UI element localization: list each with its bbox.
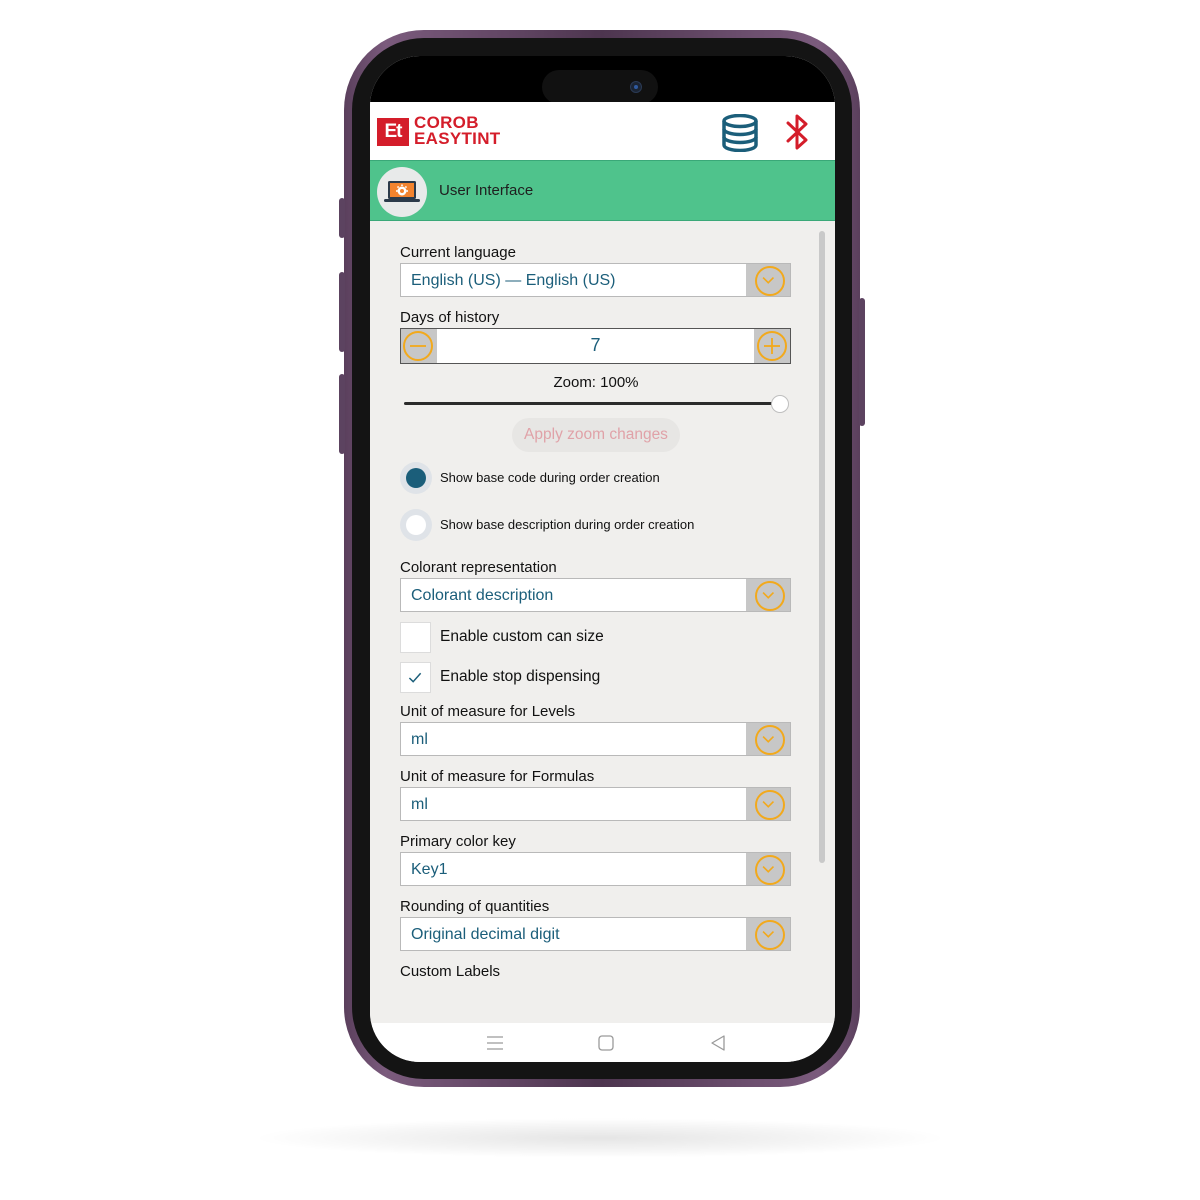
section-avatar [377,167,427,217]
rounding-dropdown-button[interactable] [746,918,790,950]
app-bar: Et COROB EASYTINT [370,102,835,160]
bluetooth-icon[interactable] [780,112,814,152]
zoom-slider-thumb[interactable] [771,395,789,413]
uom-levels-label: Unit of measure for Levels [400,703,576,720]
primary-color-key-select[interactable]: Key1 [400,852,791,886]
volume-up-button [339,272,345,352]
primary-color-key-value: Key1 [411,861,448,878]
scrollbar[interactable] [819,231,825,863]
chevron-down-icon [755,855,785,885]
colorant-representation-dropdown-button[interactable] [746,579,790,611]
section-title: User Interface [439,182,534,199]
phone-screen: Et COROB EASYTINT User Interface Current… [370,56,835,1062]
status-bar [370,56,835,104]
primary-color-key-label: Primary color key [400,833,516,850]
current-language-value: English (US) — English (US) [411,272,616,289]
section-header: User Interface [370,160,835,221]
chevron-down-icon [755,920,785,950]
logo-line-2: EASYTINT [414,129,501,148]
menu-icon[interactable] [484,1033,506,1053]
enable-stop-dispensing-label: Enable stop dispensing [440,668,601,685]
colorant-representation-label: Colorant representation [400,559,557,576]
show-base-code-label: Show base code during order creation [440,470,660,485]
current-language-label: Current language [400,244,516,261]
current-language-dropdown-button[interactable] [746,264,790,296]
app-logo-text: COROB EASYTINT [414,114,501,148]
zoom-label: Zoom: 100% [553,374,639,391]
apply-zoom-button[interactable]: Apply zoom changes [512,418,680,452]
app-logo-mark: Et [377,118,409,146]
days-of-history-label: Days of history [400,309,500,326]
power-button [859,298,865,426]
mute-switch [339,198,345,238]
uom-formulas-label: Unit of measure for Formulas [400,768,595,785]
chevron-down-icon [755,581,785,611]
phone-shadow [250,1118,950,1158]
uom-levels-select[interactable]: ml [400,722,791,756]
volume-down-button [339,374,345,454]
enable-custom-can-size-label: Enable custom can size [440,628,604,645]
check-icon [408,672,422,683]
rounding-value: Original decimal digit [411,926,560,943]
database-icon[interactable] [720,114,760,152]
colorant-representation-select[interactable]: Colorant description [400,578,791,612]
chevron-down-icon [755,725,785,755]
custom-labels-label: Custom Labels [400,963,501,980]
days-of-history-stepper[interactable]: 7 [400,328,791,364]
primary-color-key-dropdown-button[interactable] [746,853,790,885]
minus-circle-icon [403,331,433,361]
settings-content: Current language English (US) — English … [370,221,835,1023]
plus-circle-icon [757,331,787,361]
uom-levels-value: ml [411,731,428,748]
colorant-representation-value: Colorant description [411,587,554,604]
uom-formulas-dropdown-button[interactable] [746,788,790,820]
show-base-description-label: Show base description during order creat… [440,517,695,532]
back-icon[interactable] [707,1033,729,1053]
show-base-code-radio[interactable] [400,462,432,494]
enable-custom-can-size-checkbox[interactable] [400,622,431,653]
system-nav-bar [370,1023,835,1062]
uom-levels-dropdown-button[interactable] [746,723,790,755]
laptop-settings-icon [384,181,420,202]
uom-formulas-select[interactable]: ml [400,787,791,821]
chevron-down-icon [755,266,785,296]
rounding-select[interactable]: Original decimal digit [400,917,791,951]
dynamic-island [542,70,658,104]
enable-stop-dispensing-checkbox[interactable] [400,662,431,693]
home-icon[interactable] [595,1033,617,1053]
days-of-history-value[interactable]: 7 [437,335,754,356]
chevron-down-icon [755,790,785,820]
show-base-description-radio[interactable] [400,509,432,541]
increment-button[interactable] [754,329,790,363]
decrement-button[interactable] [401,329,437,363]
front-camera-icon [630,81,642,93]
zoom-slider-track[interactable] [404,402,780,405]
rounding-label: Rounding of quantities [400,898,550,915]
current-language-select[interactable]: English (US) — English (US) [400,263,791,297]
uom-formulas-value: ml [411,796,428,813]
